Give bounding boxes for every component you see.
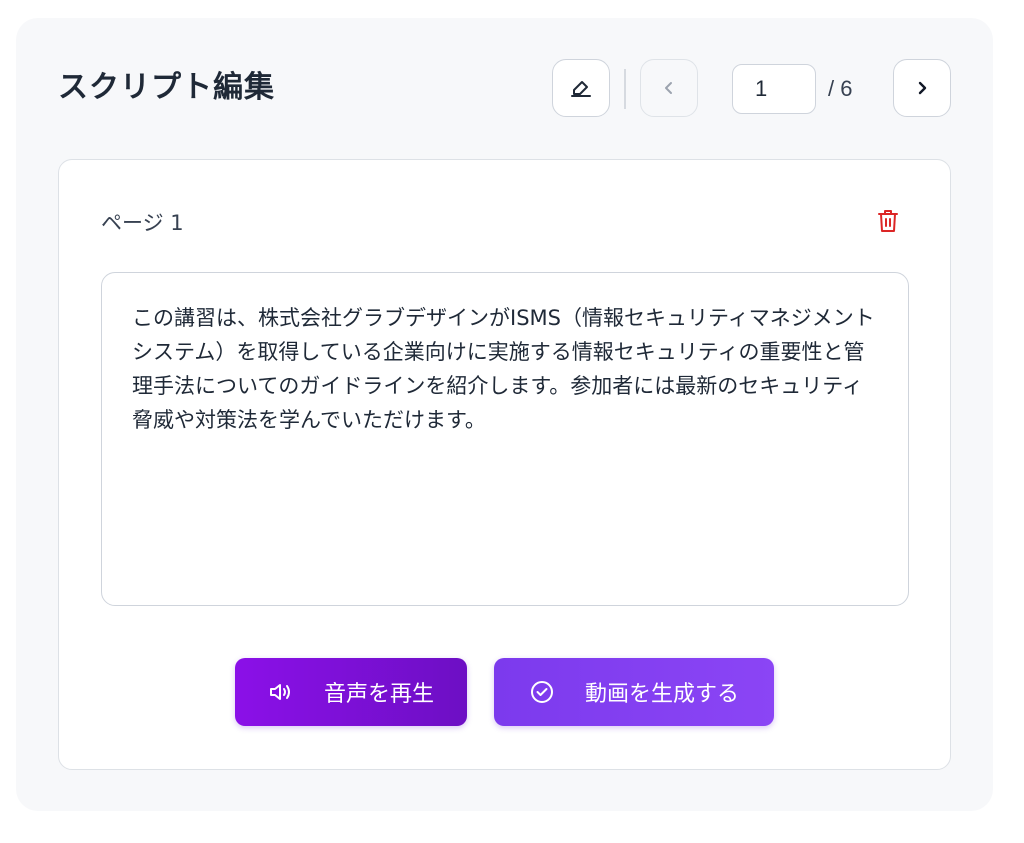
script-editor-panel: スクリプト編集 / 6 xyxy=(16,18,993,811)
page-total: / 6 xyxy=(828,76,853,101)
delete-page-button[interactable] xyxy=(873,208,903,238)
generate-video-label: 動画を生成する xyxy=(584,682,739,707)
previous-page-button[interactable] xyxy=(640,59,698,117)
edit-button[interactable] xyxy=(552,59,610,117)
chevron-left-icon xyxy=(659,78,679,98)
page-toolbar: / 6 xyxy=(16,59,993,117)
page-number-input[interactable] xyxy=(732,64,816,114)
play-audio-label: 音声を再生 xyxy=(323,682,434,707)
page-label: ページ 1 xyxy=(101,211,184,235)
pen-icon xyxy=(568,75,594,101)
chevron-right-icon xyxy=(912,78,932,98)
script-textarea[interactable]: この講習は、株式会社グラブデザインがISMS（情報セキュリティマネジメントシステ… xyxy=(101,272,909,606)
next-page-button[interactable] xyxy=(893,59,951,117)
play-audio-button[interactable]: 音声を再生 xyxy=(235,658,467,726)
speaker-icon xyxy=(268,681,294,703)
page-card: ページ 1 この講習は、株式会社グラブデザインがISMS（情報セキュリティマネジ… xyxy=(58,159,951,770)
trash-icon xyxy=(876,208,900,238)
check-circle-icon xyxy=(529,679,555,705)
generate-video-button[interactable]: 動画を生成する xyxy=(494,658,774,726)
toolbar-divider xyxy=(624,69,626,109)
